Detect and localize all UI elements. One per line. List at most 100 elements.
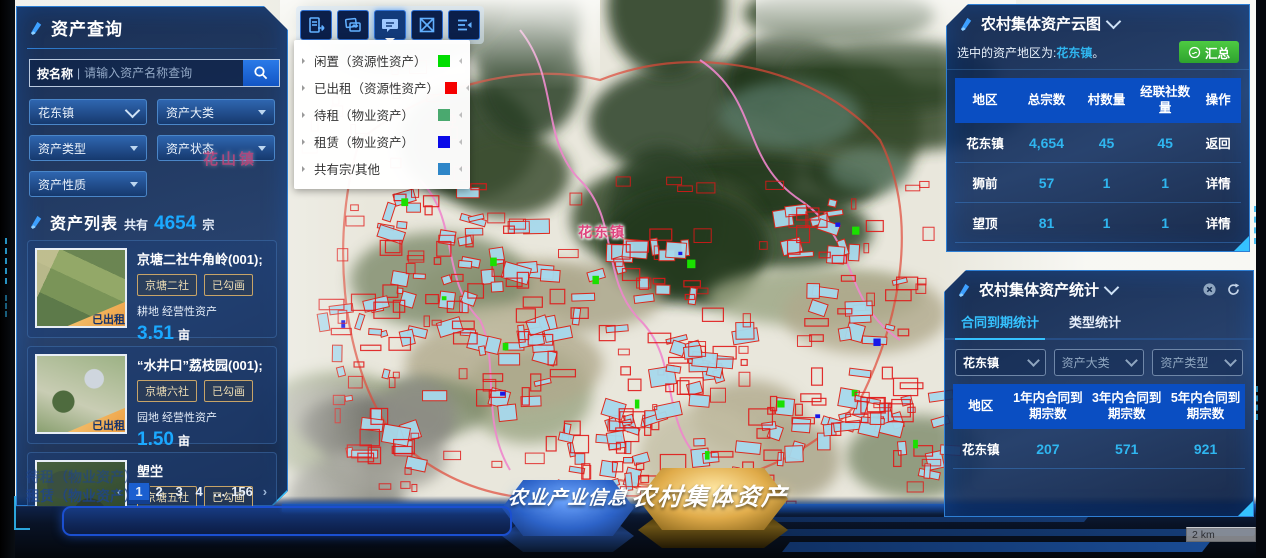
town-select[interactable]: 花东镇 [29,99,147,125]
village-count-cell: 1 [1078,203,1135,243]
asset-tag: 京塘二社 [137,274,197,296]
pagination: ‹ 1 2 3 4 … 156 › [109,483,275,500]
page-4-button[interactable]: 4 [189,483,209,500]
search-button[interactable] [243,60,279,86]
table-row: 望顶 81 1 1 详情 [955,203,1241,243]
arrow-right-icon [302,58,308,64]
stats-category-value: 资产大类 [1062,354,1110,371]
panel-title: 资产查询 [51,15,123,40]
region-cell: 望顶 [955,203,1015,243]
chevron-down-icon [1224,354,1237,367]
asset-tag: 已勾画 [204,274,253,296]
page-prev-button[interactable]: ‹ [109,483,129,500]
stats-town-value: 花东镇 [963,354,999,371]
asset-list-item[interactable]: 已出租 京塘二社牛角岭(001); 京塘二社 已勾画 耕地 经营性资产 3.51… [27,240,277,338]
stats-town-select[interactable]: 花东镇 [955,349,1046,376]
legend-color-swatch [438,55,450,67]
asset-category-select[interactable]: 资产大类 [157,99,275,125]
region-cell: 鸿鹤 [955,243,1015,252]
col-header: 地区 [955,78,1015,123]
page-2-button[interactable]: 2 [149,483,169,500]
legend-item[interactable]: 租赁（物业资产） [302,128,462,155]
clear-box-icon[interactable] [411,10,443,40]
stats-category-select[interactable]: 资产大类 [1054,349,1145,376]
detail-link[interactable]: 详情 [1195,203,1241,243]
stats-type-select[interactable]: 资产类型 [1152,349,1243,376]
brush-icon [957,282,972,297]
brush-icon [29,214,44,229]
search-icon [253,65,269,81]
close-icon[interactable] [1202,282,1217,297]
coop-count-cell: 1 [1135,163,1195,203]
image-gallery-icon[interactable] [337,10,369,40]
coop-count-cell: 1 [1135,243,1195,252]
arrow-right-icon [302,112,308,118]
legend-color-swatch [438,109,450,121]
chevron-down-icon [1125,354,1138,367]
legend-item[interactable]: 待租（物业资产） [302,101,462,128]
export-document-icon[interactable] [300,10,332,40]
col-header: 操作 [1195,78,1241,123]
arrow-right-icon [302,85,308,91]
asset-list-item[interactable]: 已出租 “水井口”荔枝园(001); 京塘六社 已勾画 园地 经营性资产 1.5… [27,346,277,444]
map-toolbar [296,6,484,44]
detail-link[interactable]: 详情 [1195,163,1241,203]
edge-decoration [5,295,7,317]
col-header: 3年内合同到期宗数 [1087,384,1166,429]
asset-type-select[interactable]: 资产类型 [29,135,147,161]
summary-button[interactable]: 汇总 [1179,41,1239,63]
chevron-down-icon[interactable] [1104,280,1120,296]
col-header: 经联社数量 [1135,78,1195,123]
legend-item[interactable]: 闲置（资源性资产） [302,47,462,74]
page-3-button[interactable]: 3 [169,483,189,500]
detail-link[interactable]: 详情 [1195,243,1241,252]
asset-nature-select[interactable]: 资产性质 [29,171,147,197]
panel-title: 农村集体资产统计 [979,279,1099,300]
comment-legend-icon[interactable] [374,10,406,40]
refresh-icon[interactable] [1226,282,1241,297]
asset-category-text: 耕地 经营性资产 [137,303,263,319]
asset-area-unit: 亩 [178,432,190,449]
layer-list-icon[interactable] [448,10,480,40]
page-next-button[interactable]: › [255,483,275,500]
village-count-cell: 1 [1078,163,1135,203]
chevron-down-icon[interactable] [1106,14,1122,30]
col-header: 总宗数 [1015,78,1078,123]
back-link[interactable]: 返回 [1195,123,1241,163]
nav-rural-collective-asset-label[interactable]: 农村集体资产 [630,477,790,512]
legend-item[interactable]: 已出租（资源性资产） [302,74,462,101]
legend-label: 闲置（资源性资产） [314,51,432,70]
nav-agriculture-industry-label[interactable]: 农业产业信息 [507,483,630,510]
table-row: 鸿鹤 115 1 1 详情 [955,243,1241,252]
asset-status-value: 资产状态 [166,140,214,157]
selected-region-suffix: 。 [1092,44,1104,61]
tab-contract-expiry[interactable]: 合同到期统计 [959,308,1041,338]
chevron-down-icon [1027,354,1040,367]
asset-status-select[interactable]: 资产状态 [157,135,275,161]
arrow-left-icon [456,166,462,172]
asset-name-search-input[interactable] [80,66,243,80]
stats-tabs: 合同到期统计 类型统计 [945,306,1253,340]
village-count-cell: 1 [1078,243,1135,252]
asset-area-unit: 亩 [178,326,190,343]
page-156-button[interactable]: 156 [229,483,255,500]
stats-type-value: 资产类型 [1160,354,1208,371]
arrow-right-icon [302,166,308,172]
map-scale-bar: 2 km [1186,527,1256,542]
asset-tag: 京塘六社 [137,380,197,402]
page-1-button[interactable]: 1 [129,483,149,500]
legend-color-swatch [438,136,450,148]
caret-down-icon [258,146,266,151]
total-count-cell: 81 [1015,203,1078,243]
count-prefix: 共有 [124,216,148,233]
summary-icon [1188,46,1201,59]
legend-item[interactable]: 共有宗/其他 [302,155,462,182]
table-row: 狮前 57 1 1 详情 [955,163,1241,203]
expiry-1y-cell: 207 [1008,429,1087,469]
legend-color-swatch [445,82,457,94]
rural-asset-cloud-panel: 农村集体资产云图 选中的资产地区为: 花东镇 。 汇总 地区 总宗数 村数量 经… [946,4,1250,252]
caret-down-icon [258,110,266,115]
col-header: 地区 [953,384,1008,429]
left-edge-shadow [0,0,15,558]
tab-type-stats[interactable]: 类型统计 [1067,308,1123,338]
